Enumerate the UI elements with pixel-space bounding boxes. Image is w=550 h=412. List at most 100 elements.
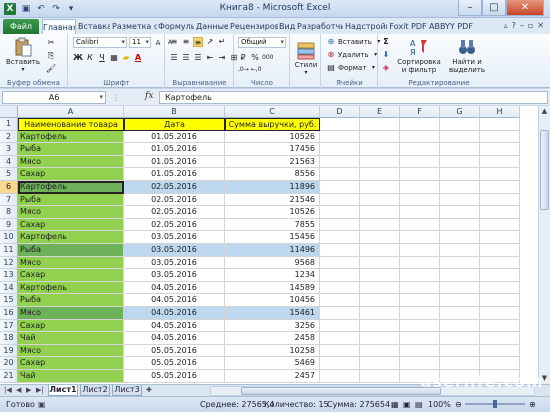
wrap-text-icon[interactable]: ↵ (217, 37, 227, 47)
date-cell[interactable]: 02.05.2016 (124, 181, 225, 194)
empty-cell[interactable] (360, 168, 400, 181)
empty-cell[interactable] (320, 193, 360, 207)
empty-cell[interactable] (360, 218, 400, 232)
indent-decrease-icon[interactable]: ⇤ (205, 53, 215, 63)
date-cell[interactable]: 04.05.2016 (124, 332, 225, 345)
workbook-close-icon[interactable]: ✕ (537, 21, 544, 30)
empty-cell[interactable] (480, 231, 520, 244)
empty-cell[interactable] (360, 319, 400, 333)
empty-cell[interactable] (480, 130, 520, 144)
empty-cell[interactable] (440, 155, 480, 169)
empty-cell[interactable] (400, 256, 440, 270)
empty-cell[interactable] (440, 193, 480, 207)
align-right-icon[interactable]: ☰ (193, 53, 203, 63)
empty-cell[interactable] (440, 118, 480, 131)
row-header[interactable]: 7 (0, 193, 18, 207)
empty-cell[interactable] (480, 357, 520, 370)
select-all-corner[interactable] (0, 106, 18, 118)
empty-cell[interactable] (480, 332, 520, 345)
empty-cell[interactable] (440, 130, 480, 144)
empty-cell[interactable] (320, 357, 360, 370)
product-name-cell[interactable]: Сахар (18, 357, 124, 370)
fill-icon[interactable]: ⬇ (381, 50, 391, 60)
product-name-cell[interactable]: Сахар (18, 218, 124, 232)
table-header-cell[interactable]: Сумма выручки, руб. (225, 118, 320, 131)
product-name-cell[interactable]: Рыба (18, 193, 124, 207)
date-cell[interactable]: 01.05.2016 (124, 143, 225, 156)
tab-file[interactable]: Файл (3, 19, 39, 34)
column-header-f[interactable]: F (400, 106, 440, 118)
empty-cell[interactable] (320, 155, 360, 169)
empty-cell[interactable] (480, 294, 520, 307)
date-cell[interactable]: 03.05.2016 (124, 231, 225, 244)
tab-addins[interactable]: Надстройки (345, 19, 387, 34)
thousands-separator-button[interactable]: 000 (262, 53, 273, 63)
revenue-cell[interactable]: 10258 (225, 344, 320, 358)
percent-button[interactable]: % (250, 53, 260, 63)
date-cell[interactable]: 02.05.2016 (124, 218, 225, 232)
cut-icon[interactable]: ✂ (46, 38, 56, 48)
minimize-ribbon-icon[interactable]: ▵ (504, 21, 508, 30)
text-orientation-icon[interactable]: ↗ (205, 37, 215, 47)
date-cell[interactable]: 04.05.2016 (124, 294, 225, 307)
row-header[interactable]: 15 (0, 294, 18, 307)
empty-cell[interactable] (360, 155, 400, 169)
product-name-cell[interactable]: Чай (18, 370, 124, 383)
vertical-scrollbar[interactable]: ▲ ▼ (538, 106, 550, 384)
empty-cell[interactable] (440, 256, 480, 270)
product-name-cell[interactable]: Мясо (18, 344, 124, 358)
column-header-a[interactable]: A (18, 106, 124, 118)
date-cell[interactable]: 03.05.2016 (124, 269, 225, 282)
empty-cell[interactable] (320, 256, 360, 270)
revenue-cell[interactable]: 17456 (225, 143, 320, 156)
currency-icon[interactable]: ₽ (238, 53, 248, 63)
empty-cell[interactable] (440, 143, 480, 156)
tab-formulas[interactable]: Формулы (158, 19, 194, 34)
name-box[interactable]: A6 (2, 91, 106, 104)
product-name-cell[interactable]: Мясо (18, 256, 124, 270)
row-header[interactable]: 5 (0, 168, 18, 181)
product-name-cell[interactable]: Сахар (18, 319, 124, 333)
decrease-decimal-icon[interactable]: ←,0 (251, 65, 262, 75)
row-header[interactable]: 8 (0, 206, 18, 219)
empty-cell[interactable] (400, 155, 440, 169)
grow-font-icon[interactable]: A (153, 38, 163, 48)
maximize-button[interactable]: □ (482, 0, 506, 16)
empty-cell[interactable] (320, 181, 360, 194)
revenue-cell[interactable]: 10526 (225, 130, 320, 144)
product-name-cell[interactable]: Картофель (18, 130, 124, 144)
underline-button[interactable]: Ч (97, 53, 107, 63)
empty-cell[interactable] (400, 168, 440, 181)
empty-cell[interactable] (440, 168, 480, 181)
row-header[interactable]: 11 (0, 244, 18, 257)
row-header[interactable]: 18 (0, 332, 18, 345)
row-header[interactable]: 9 (0, 218, 18, 232)
column-header-b[interactable]: B (124, 106, 225, 118)
empty-cell[interactable] (440, 307, 480, 320)
borders-icon[interactable]: ▦ (109, 53, 119, 63)
view-page-break-icon[interactable]: ▤ (415, 397, 423, 412)
empty-cell[interactable] (480, 281, 520, 295)
table-header-cell[interactable]: Дата (124, 118, 225, 131)
date-cell[interactable]: 03.05.2016 (124, 256, 225, 270)
format-cells-row[interactable]: ▤ Формат ▾ (326, 63, 378, 73)
date-cell[interactable]: 05.05.2016 (124, 344, 225, 358)
empty-cell[interactable] (360, 294, 400, 307)
product-name-cell[interactable]: Картофель (18, 231, 124, 244)
align-left-icon[interactable]: ☰ (169, 53, 179, 63)
empty-cell[interactable] (400, 307, 440, 320)
worksheet-grid[interactable]: A B C D E F G H 1 Наименование товара Дата Сумма вы… (0, 106, 538, 384)
empty-cell[interactable] (320, 307, 360, 320)
empty-cell[interactable] (360, 332, 400, 345)
empty-cell[interactable] (400, 181, 440, 194)
date-cell[interactable]: 04.05.2016 (124, 319, 225, 333)
empty-cell[interactable] (480, 206, 520, 219)
table-header-cell[interactable]: Наименование товара (18, 118, 124, 131)
font-size-combo[interactable]: 11 (129, 37, 151, 48)
insert-sheet-icon[interactable]: ✚ (146, 386, 152, 394)
product-name-cell[interactable]: Мясо (18, 206, 124, 219)
find-select-button[interactable]: Найти и выделить (445, 37, 489, 74)
empty-cell[interactable] (400, 294, 440, 307)
empty-cell[interactable] (320, 118, 360, 131)
row-header[interactable]: 16 (0, 307, 18, 320)
